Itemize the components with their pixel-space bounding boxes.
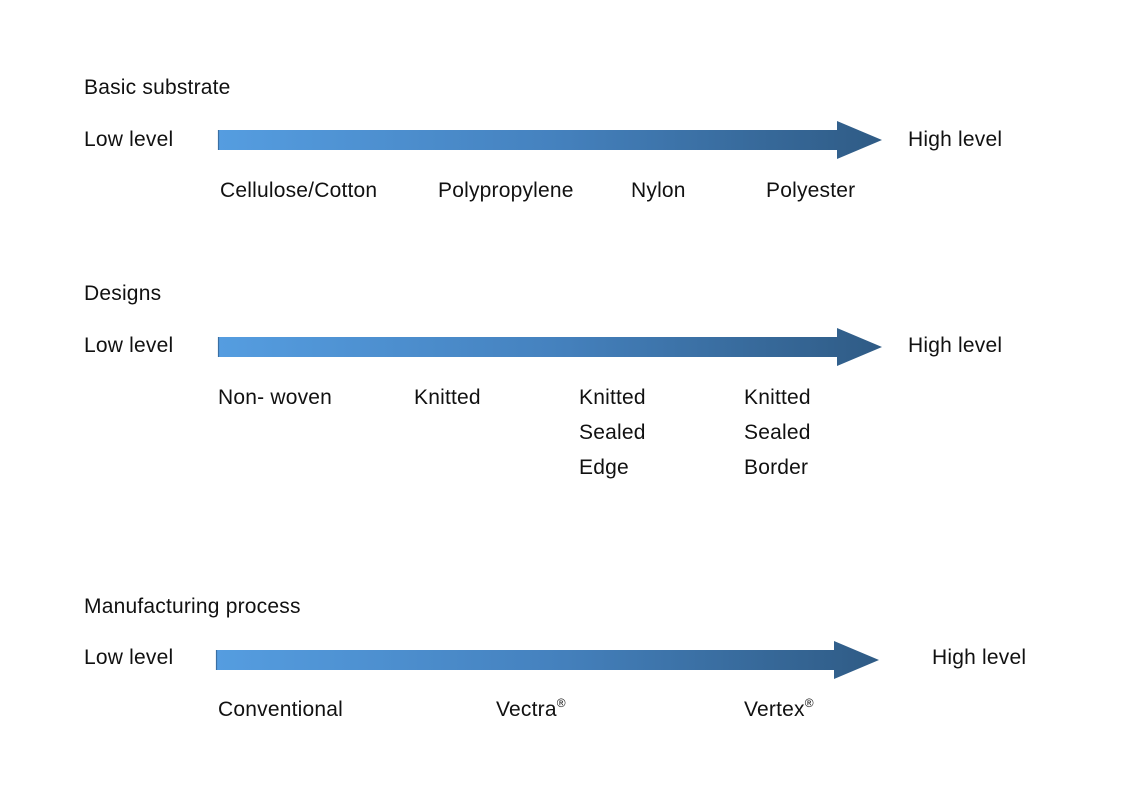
substrate-item: Polyester (766, 179, 856, 202)
design-item-line: Border (744, 456, 809, 479)
design-item-line: Knitted (744, 386, 811, 409)
low-level-label: Low level (84, 128, 174, 151)
gradient-right-arrow-icon (217, 328, 882, 366)
design-item: Knitted (414, 386, 481, 409)
gradient-right-arrow-icon (217, 121, 882, 159)
high-level-label: High level (908, 128, 1003, 151)
substrate-item: Nylon (631, 179, 686, 202)
design-item: Non- woven (218, 386, 333, 409)
design-item-line: Edge (579, 456, 629, 479)
design-item-line: Sealed (744, 421, 811, 444)
registered-mark: ® (804, 696, 814, 710)
low-level-label: Low level (84, 334, 174, 357)
process-item-name: Vertex (744, 698, 805, 721)
substrate-item: Cellulose/Cotton (220, 179, 378, 202)
design-item-line: Knitted (579, 386, 646, 409)
process-item: Conventional (218, 698, 343, 721)
substrate-item: Polypropylene (438, 179, 574, 202)
process-item: Vectra® (496, 692, 566, 727)
gradient-right-arrow-icon (215, 641, 879, 679)
section-title: Manufacturing process (84, 595, 301, 618)
process-item: Vertex® (744, 692, 814, 727)
section-title: Designs (84, 282, 162, 305)
section-title: Basic substrate (84, 76, 231, 99)
design-item: Knitted Sealed Border (744, 380, 811, 485)
high-level-label: High level (932, 646, 1027, 669)
low-level-label: Low level (84, 646, 174, 669)
design-item-line: Sealed (579, 421, 646, 444)
high-level-label: High level (908, 334, 1003, 357)
design-item: Knitted Sealed Edge (579, 380, 646, 485)
registered-mark: ® (556, 696, 566, 710)
process-item-name: Vectra (496, 698, 557, 721)
